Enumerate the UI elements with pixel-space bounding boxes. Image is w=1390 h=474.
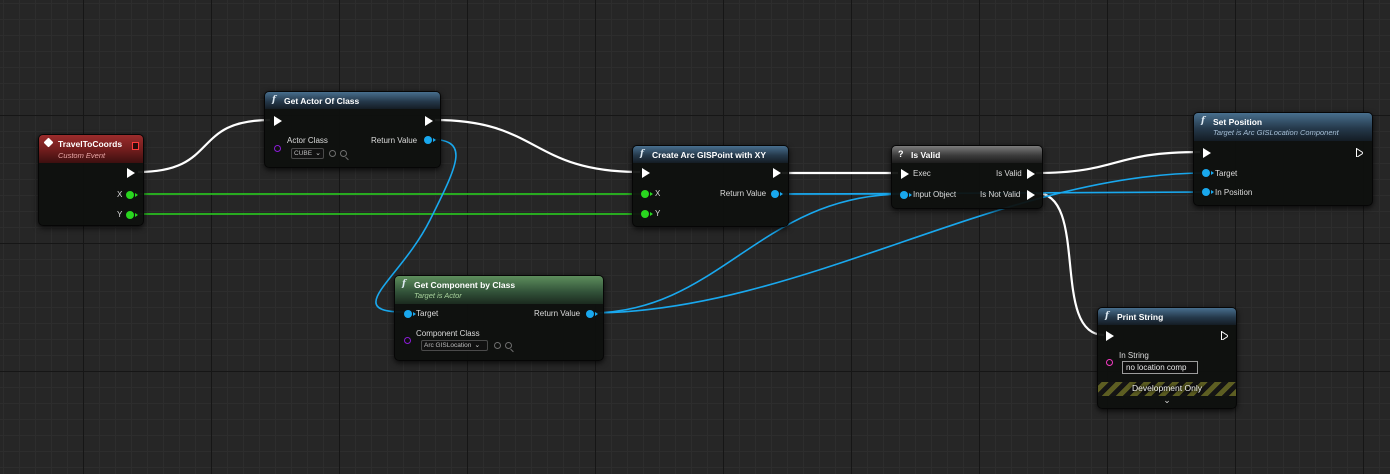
float-out-pin-x[interactable] xyxy=(126,191,138,199)
dropdown-value: Arc GISLocation xyxy=(424,342,472,349)
event-node-travel-to-coords[interactable]: TravelToCoords Custom Event X Y xyxy=(38,134,144,226)
pin-label-target: Target xyxy=(416,309,439,318)
pin-label-component-class: Component Class xyxy=(416,329,480,338)
function-icon: f xyxy=(272,95,276,105)
delegate-pin[interactable] xyxy=(132,142,139,150)
function-icon: f xyxy=(1201,116,1205,126)
exec-out-pin[interactable] xyxy=(425,116,433,126)
exec-in-pin[interactable] xyxy=(1203,148,1211,158)
pin-label-target: Target xyxy=(1215,169,1238,178)
exec-out-pin-is-not-valid[interactable] xyxy=(1027,190,1035,200)
object-out-pin[interactable] xyxy=(586,310,598,318)
pin-label-in-position: In Position xyxy=(1215,188,1253,197)
function-icon: f xyxy=(640,149,644,159)
macro-node-is-valid[interactable]: ? Is Valid Exec Input Object Is Valid Is… xyxy=(891,145,1043,209)
use-selected-icon[interactable] xyxy=(329,150,336,157)
exec-in-pin[interactable] xyxy=(901,169,909,179)
node-header: ? Is Valid xyxy=(892,146,1042,163)
object-out-pin[interactable] xyxy=(424,136,436,144)
function-node-set-position[interactable]: f Set Position Target is Arc GISLocation… xyxy=(1193,112,1373,206)
actor-class-dropdown[interactable]: CUBE ⌄ xyxy=(291,148,324,159)
pin-label-in-string: In String xyxy=(1119,351,1149,360)
node-title: Is Valid xyxy=(911,150,941,160)
pin-label-y: Y xyxy=(117,210,123,219)
float-in-pin-x[interactable] xyxy=(641,190,653,198)
pin-label-x: X xyxy=(655,189,661,198)
class-in-pin[interactable] xyxy=(404,337,411,344)
chevron-down-icon: ⌄ xyxy=(474,342,481,349)
node-header: f Get Actor Of Class xyxy=(265,92,440,109)
string-in-pin[interactable] xyxy=(1106,359,1113,366)
node-header: TravelToCoords Custom Event xyxy=(39,135,143,163)
function-icon: f xyxy=(1105,311,1109,321)
exec-out-pin[interactable] xyxy=(1356,148,1363,157)
object-in-pin-in-position[interactable] xyxy=(1202,188,1214,196)
function-node-create-arc-gis-point[interactable]: f Create Arc GISPoint with XY X Y Return… xyxy=(632,145,789,227)
function-node-print-string[interactable]: f Print String In String no location com… xyxy=(1097,307,1237,409)
chevron-down-icon: ⌄ xyxy=(315,150,321,157)
node-subtitle: Target is Actor xyxy=(414,291,462,300)
node-title: Create Arc GISPoint with XY xyxy=(652,150,766,160)
node-header: f Create Arc GISPoint with XY xyxy=(633,146,788,163)
component-class-dropdown[interactable]: Arc GISLocation ⌄ xyxy=(421,340,488,351)
exec-out-pin[interactable] xyxy=(1221,331,1228,340)
exec-in-pin[interactable] xyxy=(274,116,282,126)
function-node-get-actor-of-class[interactable]: f Get Actor Of Class Actor Class CUBE ⌄ R… xyxy=(264,91,441,168)
node-header: f Set Position Target is Arc GISLocation… xyxy=(1194,113,1372,141)
exec-in-pin[interactable] xyxy=(1106,331,1114,341)
exec-wire xyxy=(137,118,271,174)
float-out-pin-y[interactable] xyxy=(126,211,138,219)
pin-label-y: Y xyxy=(655,209,661,218)
pin-label-x: X xyxy=(117,190,123,199)
pin-label-exec: Exec xyxy=(913,169,931,178)
pin-label-actor-class: Actor Class xyxy=(287,136,328,145)
browse-icon[interactable] xyxy=(340,150,347,157)
node-title: Get Actor Of Class xyxy=(284,96,360,106)
node-header: f Get Component by Class Target is Actor xyxy=(395,276,603,304)
function-node-get-component-by-class[interactable]: f Get Component by Class Target is Actor… xyxy=(394,275,604,361)
pin-label-input-object: Input Object xyxy=(913,190,957,199)
object-in-pin[interactable] xyxy=(900,191,912,199)
pin-label-is-valid: Is Valid xyxy=(996,169,1022,178)
node-subtitle: Target is Arc GISLocation Component xyxy=(1213,128,1339,137)
event-icon xyxy=(43,137,54,148)
class-in-pin[interactable] xyxy=(274,145,281,152)
exec-wire xyxy=(1035,150,1201,175)
question-icon: ? xyxy=(898,149,904,159)
node-title: Print String xyxy=(1117,312,1164,322)
object-in-pin-target[interactable] xyxy=(1202,169,1214,177)
dropdown-value: CUBE xyxy=(294,150,313,157)
in-string-input[interactable]: no location comp xyxy=(1122,361,1198,374)
object-out-pin[interactable] xyxy=(771,190,783,198)
exec-out-pin[interactable] xyxy=(127,168,135,178)
node-title: Get Component by Class xyxy=(414,280,516,290)
exec-out-pin[interactable] xyxy=(773,168,781,178)
float-in-pin-y[interactable] xyxy=(641,210,653,218)
use-selected-icon[interactable] xyxy=(494,342,501,349)
development-only-band: Development Only xyxy=(1098,382,1236,396)
node-title: Set Position xyxy=(1213,117,1263,127)
exec-wire xyxy=(434,118,641,174)
blueprint-graph-canvas[interactable]: TravelToCoords Custom Event X Y f Get Ac… xyxy=(0,0,1390,474)
node-title: TravelToCoords xyxy=(58,139,123,149)
exec-out-pin-is-valid[interactable] xyxy=(1027,169,1035,179)
exec-in-pin[interactable] xyxy=(642,168,650,178)
node-header: f Print String xyxy=(1098,308,1236,325)
object-in-pin-target[interactable] xyxy=(404,310,416,318)
node-subtitle: Custom Event xyxy=(58,151,106,160)
pin-label-return-value: Return Value xyxy=(371,136,418,145)
pin-label-return-value: Return Value xyxy=(720,189,767,198)
pin-label-is-not-valid: Is Not Valid xyxy=(980,190,1021,199)
function-icon: f xyxy=(402,279,406,289)
development-only-label: Development Only xyxy=(1132,383,1202,393)
exec-wire xyxy=(1035,191,1105,337)
browse-icon[interactable] xyxy=(505,342,512,349)
chevron-down-icon[interactable]: ⌄ xyxy=(1098,395,1236,406)
pin-label-return-value: Return Value xyxy=(534,309,581,318)
